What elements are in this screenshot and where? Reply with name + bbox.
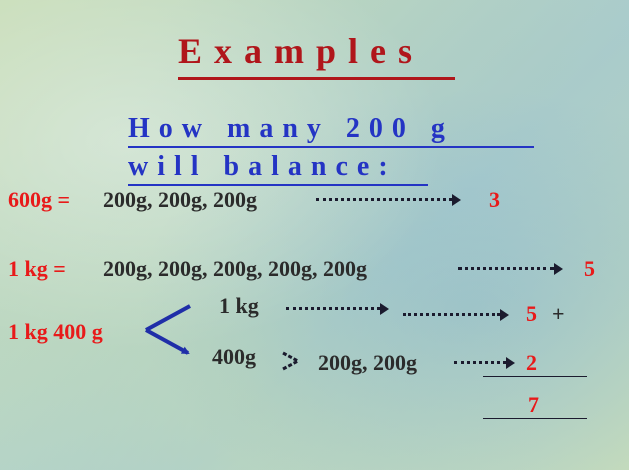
- branch-bottom-arrow-line: [454, 361, 506, 364]
- row2-result: 5: [584, 256, 595, 281]
- branch-top-result: 5: [526, 301, 537, 326]
- sum-line: [483, 376, 587, 377]
- branch-top-arrow-icon-2: [500, 309, 509, 321]
- total-result: 7: [528, 392, 539, 417]
- branch-top-arrow-icon-1: [380, 303, 389, 315]
- row2-arrow-icon: [554, 263, 563, 275]
- branch-top-arrow-line-1: [286, 307, 380, 310]
- branch-bottom-result: 2: [526, 350, 537, 375]
- slide-title: Examples: [178, 31, 425, 71]
- branch-bottom-label: 400g: [212, 344, 256, 369]
- branch-bottom-items: 200g, 200g: [318, 350, 417, 375]
- row1-lhs: 600g =: [8, 187, 71, 212]
- question-line-1: How many 200 g: [128, 113, 454, 144]
- row3-lhs: 1 kg 400 g: [8, 319, 103, 344]
- row1-result: 3: [489, 187, 500, 212]
- plus-sign: +: [552, 301, 565, 326]
- row1-arrow-icon: [452, 194, 461, 206]
- branch-top-label: 1 kg: [219, 293, 259, 318]
- row1-items: 200g, 200g, 200g: [103, 187, 257, 212]
- question-underline-2: [128, 184, 428, 186]
- row2-items: 200g, 200g, 200g, 200g, 200g: [103, 256, 367, 281]
- question-line-2: will balance:: [128, 151, 397, 182]
- implies-arrow-icon: [282, 351, 302, 371]
- branch-bottom-arrow-icon: [506, 357, 515, 369]
- title-underline: [178, 77, 455, 80]
- row1-arrow-line: [316, 198, 452, 201]
- row2-arrow-line: [458, 267, 554, 270]
- row2-lhs: 1 kg =: [8, 256, 66, 281]
- branch-arrows-icon: [145, 304, 191, 355]
- branch-top-arrow-line-2: [403, 313, 500, 316]
- total-underline: [483, 418, 587, 419]
